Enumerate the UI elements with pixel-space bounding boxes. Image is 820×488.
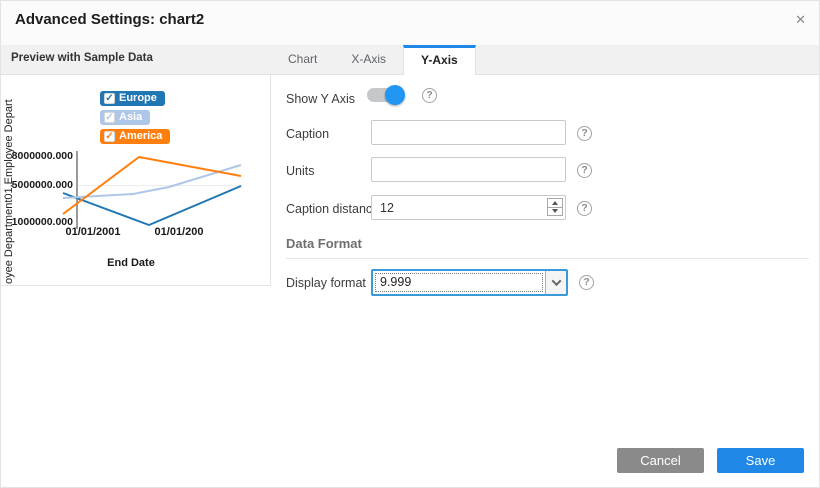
arrow-down-icon [552,209,558,213]
legend-checkbox-icon: ✓ [104,93,115,104]
legend-item[interactable]: ✓ America [100,129,170,144]
x-axis-caption: End Date [81,257,181,269]
chart-legend: ✓ Europe ✓ Asia ✓ America [100,91,170,144]
title-bar: Advanced Settings: chart2 ✕ [1,1,819,45]
section-divider [286,258,809,259]
dialog-title: Advanced Settings: chart2 [15,11,204,28]
tab-bar: Chart X-Axis Y-Axis [271,45,476,75]
display-format-select[interactable]: 9.999 [371,269,568,296]
display-format-value: 9.999 [375,273,543,292]
legend-item[interactable]: ✓ Europe [100,91,165,106]
help-icon[interactable]: ? [577,201,592,216]
tab-chart[interactable]: Chart [271,45,334,74]
advanced-settings-dialog: Advanced Settings: chart2 ✕ Preview with… [0,0,820,488]
preview-header: Preview with Sample Data [11,52,153,64]
caption-distance-input[interactable] [371,195,566,220]
toggle-knob [385,85,405,105]
legend-item-label: America [119,130,162,142]
data-format-section-header: Data Format [286,236,362,251]
units-input[interactable] [371,157,566,182]
arrow-up-icon [552,201,558,205]
chart-preview-panel: oyee Department01,Employee Depart ✓ Euro… [1,75,271,286]
y-tick-label: 1000000.000 [1,216,73,228]
y-axis-settings-form: Show Y Axis ? Caption ? Units ? Caption … [271,75,820,488]
show-y-axis-label: Show Y Axis [286,92,355,106]
dialog-footer: Cancel Save [617,448,804,473]
caption-distance-stepper [547,198,563,216]
caption-distance-label: Caption distance [286,202,379,216]
help-icon[interactable]: ? [579,275,594,290]
spin-up-button[interactable] [548,199,562,207]
tab-x-axis[interactable]: X-Axis [334,45,403,74]
legend-item[interactable]: ✓ Asia [100,110,150,125]
x-tick-label: 01/01/200 [137,226,221,238]
save-button[interactable]: Save [717,448,804,473]
legend-checkbox-icon: ✓ [104,131,115,142]
legend-item-label: Asia [119,111,142,123]
cancel-button[interactable]: Cancel [617,448,704,473]
units-label: Units [286,164,314,178]
help-icon[interactable]: ? [422,88,437,103]
legend-checkbox-icon: ✓ [104,112,115,123]
select-arrow-area[interactable] [545,271,566,294]
close-icon[interactable]: ✕ [795,12,806,28]
y-tick-label: 8000000.000 [1,150,73,162]
caption-label: Caption [286,127,329,141]
help-icon[interactable]: ? [577,126,592,141]
spin-down-button[interactable] [548,207,562,216]
tab-y-axis[interactable]: Y-Axis [403,45,476,75]
show-y-axis-toggle[interactable] [367,88,403,102]
caption-input[interactable] [371,120,566,145]
y-tick-label: 5000000.000 [1,179,73,191]
chevron-down-icon [551,276,561,286]
legend-item-label: Europe [119,92,157,104]
display-format-label: Display format [286,276,366,290]
help-icon[interactable]: ? [577,163,592,178]
